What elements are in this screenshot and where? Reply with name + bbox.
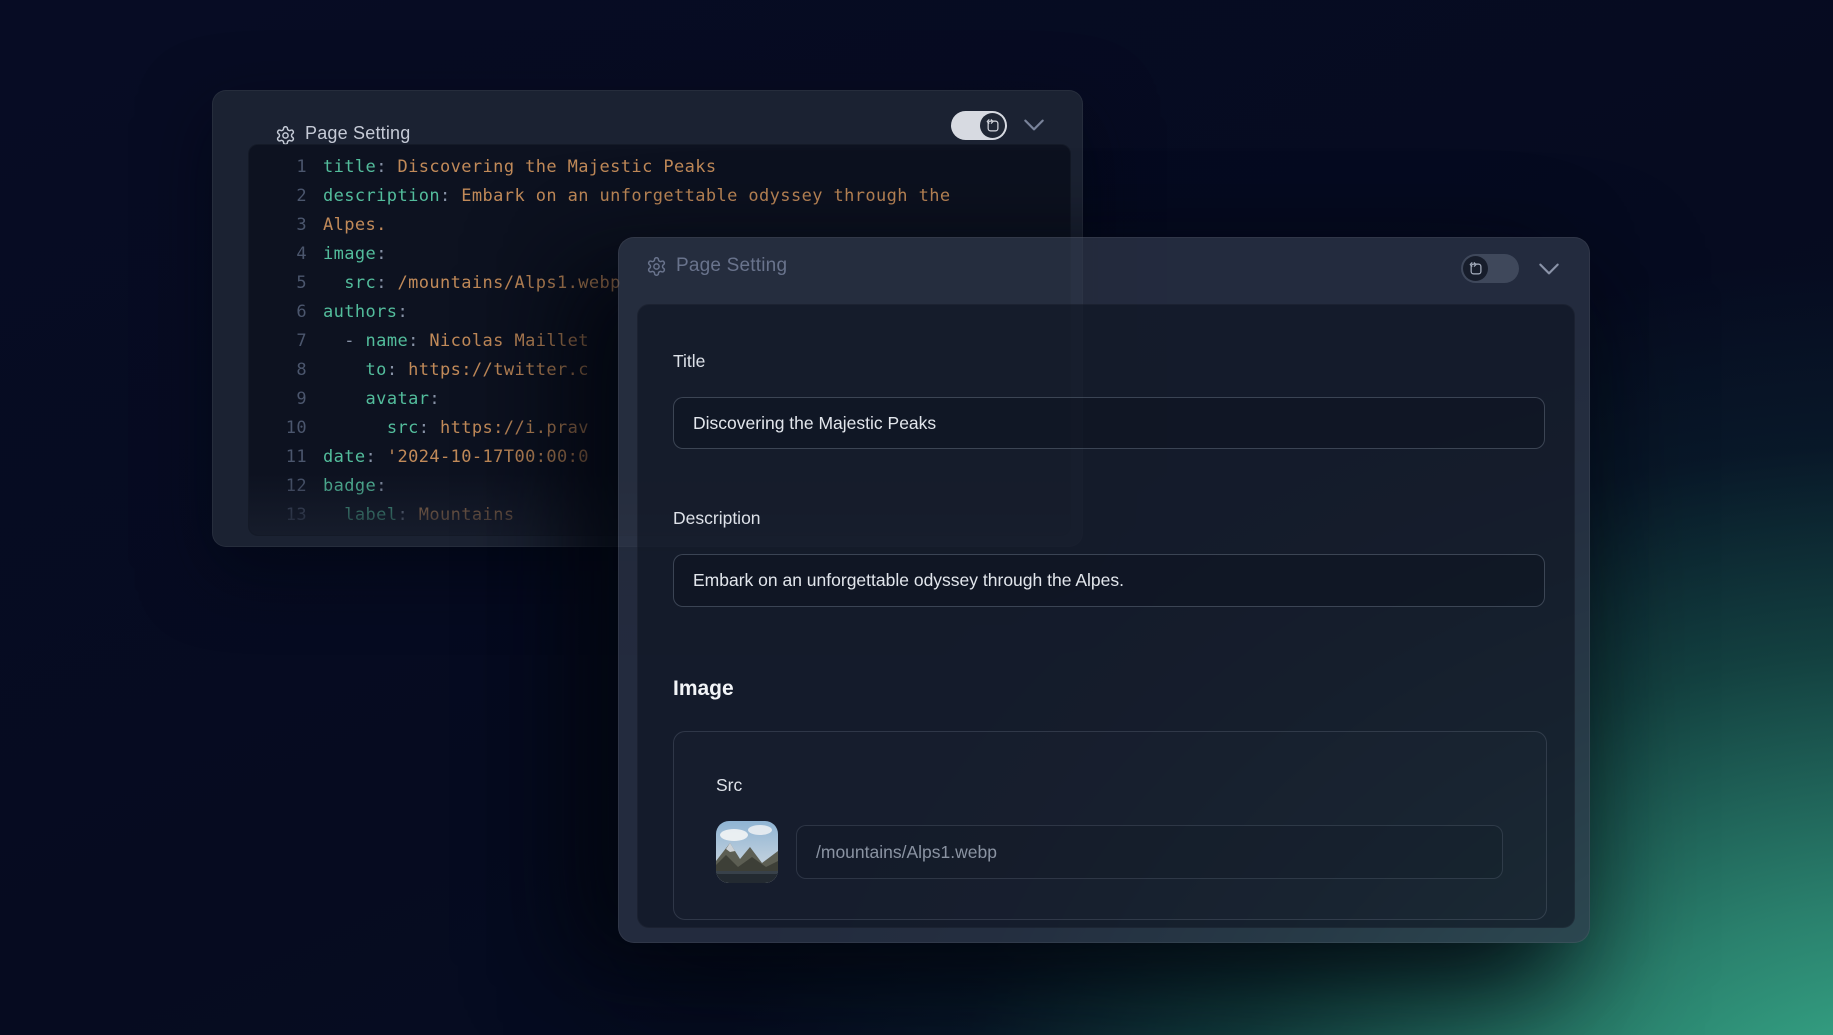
- line-number: 10: [249, 414, 307, 443]
- line-number: 13: [249, 501, 307, 530]
- code-line-content: Alpes.: [323, 211, 387, 240]
- code-line-content: title: Discovering the Majestic Peaks: [323, 153, 717, 182]
- code-view-toggle[interactable]: [951, 111, 1007, 140]
- code-line-content: date: '2024-10-17T00:00:0: [323, 443, 589, 472]
- line-number: 7: [249, 327, 307, 356]
- desktop-background: Page Setting 1 title: Discovering the Maj…: [0, 0, 1833, 1035]
- line-number: 6: [249, 298, 307, 327]
- code-line: 2 description: Embark on an unforgettable…: [249, 182, 1070, 211]
- code-line-content: - name: Nicolas Maillet: [323, 327, 589, 356]
- line-number: 12: [249, 472, 307, 501]
- code-line-content: label: Mountains: [323, 501, 514, 530]
- line-number: 9: [249, 385, 307, 414]
- image-thumbnail[interactable]: [716, 821, 778, 883]
- code-line: 1 title: Discovering the Majestic Peaks: [249, 153, 1070, 182]
- code-line-content: src: /mountains/Alps1.webp: [323, 269, 621, 298]
- title-input[interactable]: [673, 397, 1545, 449]
- code-line-content: authors:: [323, 298, 408, 327]
- code-view-toggle[interactable]: [1461, 254, 1519, 283]
- code-line-content: badge:: [323, 472, 387, 501]
- code-line-content: src: https://i.prav: [323, 414, 589, 443]
- line-number: 8: [249, 356, 307, 385]
- panel-title: Page Setting: [676, 255, 787, 277]
- toggle-knob: [1463, 256, 1488, 281]
- image-section-heading: Image: [673, 677, 734, 701]
- panel-title: Page Setting: [305, 123, 410, 144]
- line-number: 5: [249, 269, 307, 298]
- code-line: 3 Alpes.: [249, 211, 1070, 240]
- toggle-knob: [980, 113, 1005, 138]
- chevron-down-icon[interactable]: [1536, 260, 1562, 283]
- code-line-content: avatar:: [323, 385, 440, 414]
- line-number: 11: [249, 443, 307, 472]
- code-icon: [985, 118, 1000, 133]
- title-label: Title: [673, 351, 705, 372]
- description-input[interactable]: [673, 554, 1545, 607]
- gear-icon: [275, 125, 296, 146]
- code-icon: [1468, 261, 1483, 276]
- line-number: 1: [249, 153, 307, 182]
- code-line-content: to: https://twitter.c: [323, 356, 589, 385]
- code-line-content: image:: [323, 240, 387, 269]
- description-label: Description: [673, 508, 761, 529]
- src-label: Src: [716, 775, 742, 796]
- gear-icon: [646, 256, 667, 277]
- chevron-down-icon[interactable]: [1021, 116, 1047, 139]
- code-line-content: description: Embark on an unforgettable …: [323, 182, 950, 211]
- form-container: Title Description Image Src: [637, 304, 1575, 928]
- line-number: 3: [249, 211, 307, 240]
- src-input[interactable]: [796, 825, 1503, 879]
- image-card: Src: [673, 731, 1547, 920]
- form-panel: Page Setting Title Description Image Src: [618, 237, 1590, 943]
- line-number: 4: [249, 240, 307, 269]
- line-number: 2: [249, 182, 307, 211]
